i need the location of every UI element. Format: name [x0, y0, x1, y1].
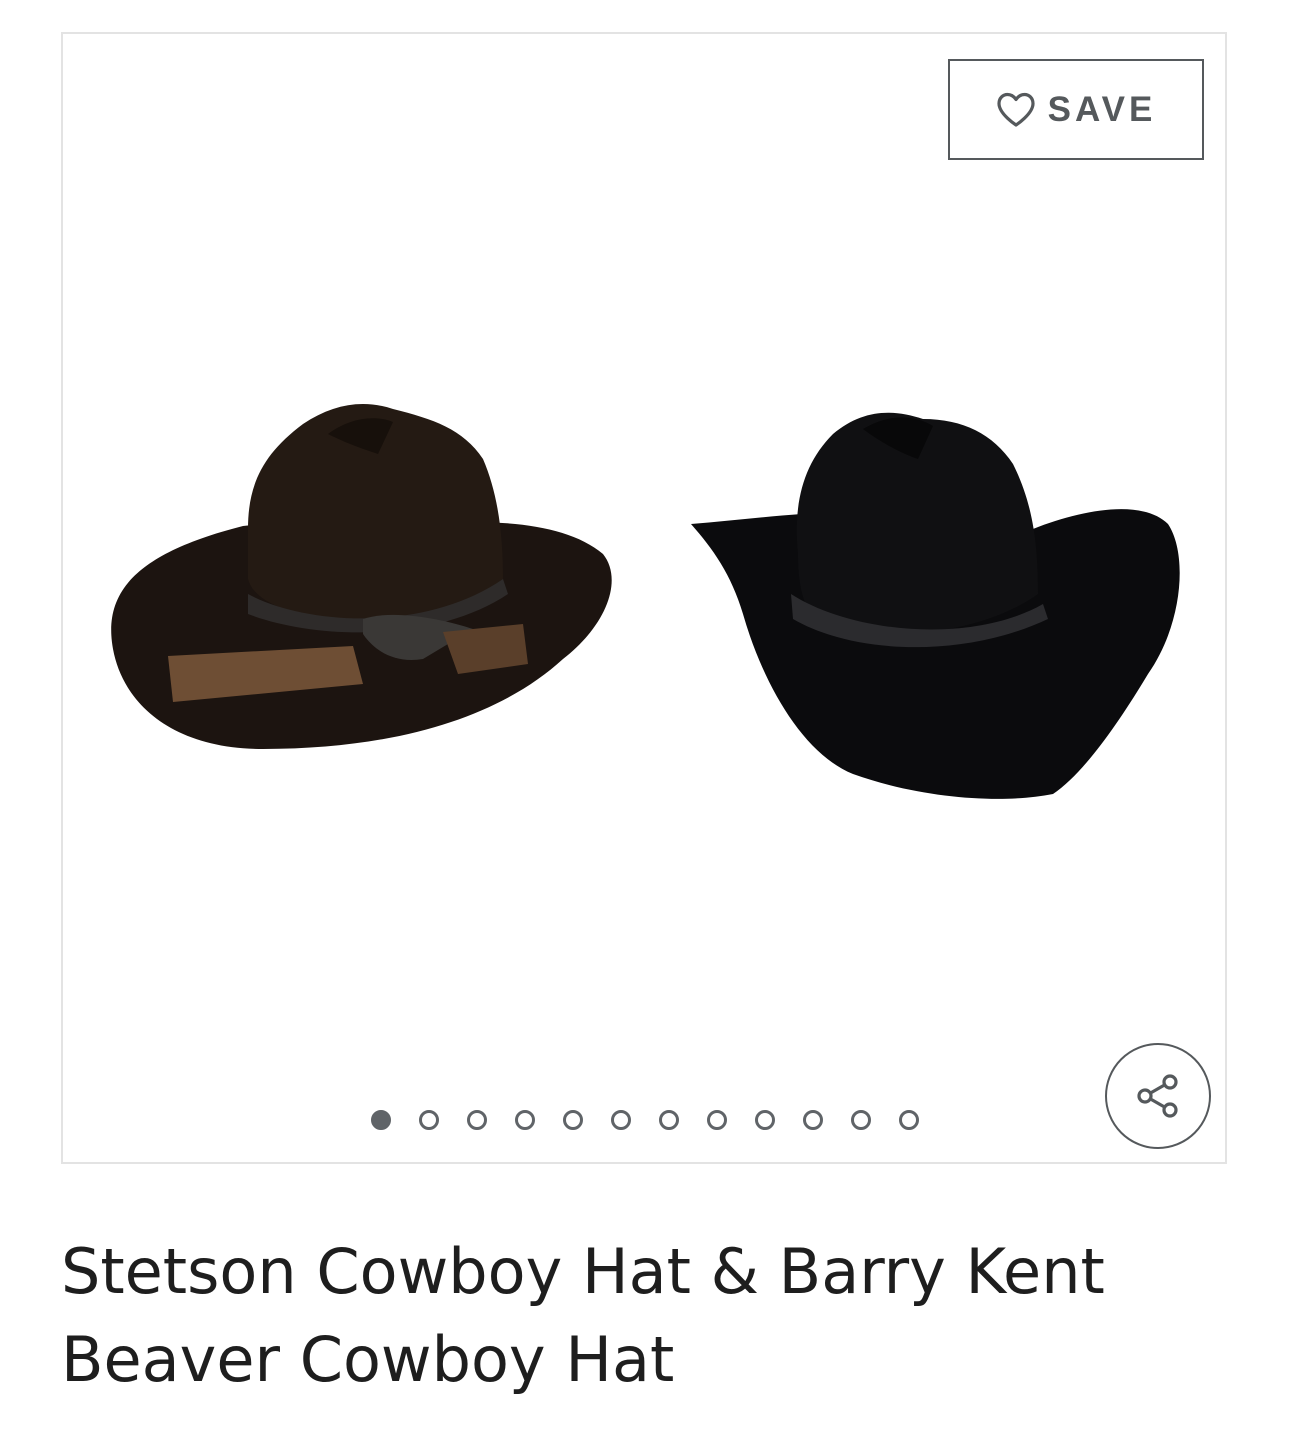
heart-outline-icon [997, 92, 1035, 127]
save-button[interactable]: SAVE [948, 59, 1204, 160]
product-title: Stetson Cowboy Hat & Barry Kent Beaver C… [61, 1235, 1105, 1396]
pagination-dot-9[interactable] [755, 1110, 775, 1130]
barry-kent-hat-image [691, 412, 1180, 799]
pagination-dot-8[interactable] [707, 1110, 727, 1130]
product-image-gallery: SAVE [61, 32, 1227, 1164]
pagination-dot-7[interactable] [659, 1110, 679, 1130]
pagination-dot-1[interactable] [371, 1110, 391, 1130]
product-image[interactable] [63, 34, 1225, 1162]
pagination-dot-11[interactable] [851, 1110, 871, 1130]
pagination-dot-10[interactable] [803, 1110, 823, 1130]
pagination-dot-4[interactable] [515, 1110, 535, 1130]
share-button[interactable] [1105, 1043, 1211, 1149]
pagination-dot-5[interactable] [563, 1110, 583, 1130]
pagination-dot-3[interactable] [467, 1110, 487, 1130]
pagination-dot-12[interactable] [899, 1110, 919, 1130]
pagination-dot-6[interactable] [611, 1110, 631, 1130]
pagination-dot-2[interactable] [419, 1110, 439, 1130]
stetson-hat-image [111, 404, 612, 749]
save-button-label: SAVE [1047, 89, 1157, 129]
share-icon [1137, 1074, 1178, 1118]
